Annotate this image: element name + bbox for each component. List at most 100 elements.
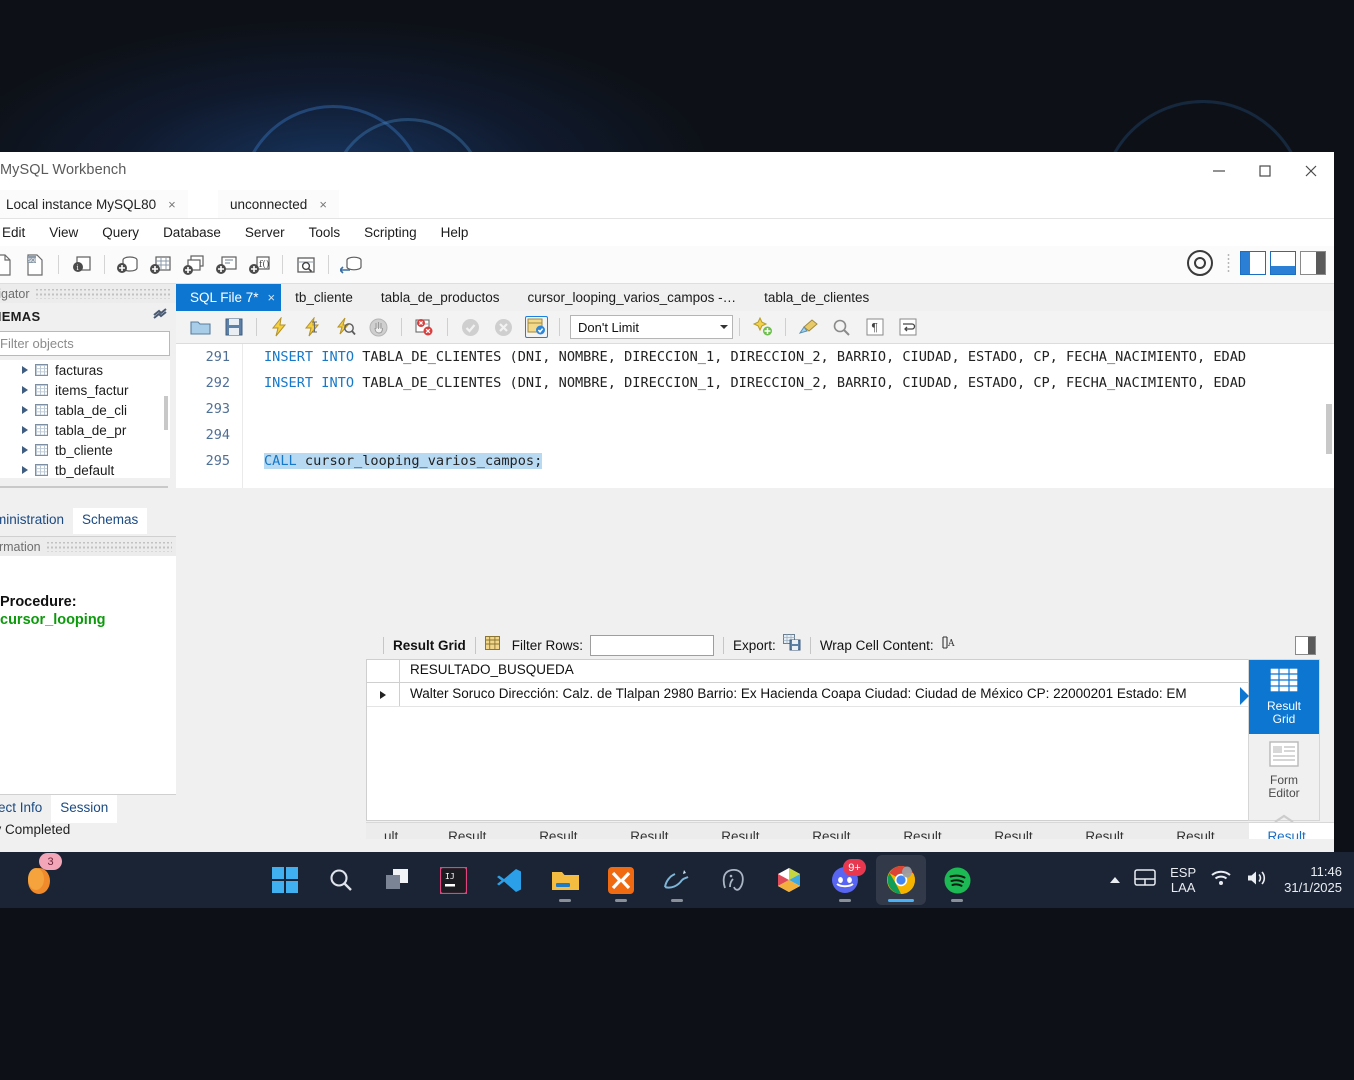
tree-item-items-factur[interactable]: items_factur [0, 380, 170, 400]
beautify-icon[interactable] [746, 312, 779, 342]
inspect-schema-icon[interactable] [289, 250, 322, 280]
form-editor-button[interactable]: Form Editor [1249, 734, 1319, 808]
mysql-workbench-icon[interactable] [652, 855, 702, 905]
editor-tab-tb-cliente[interactable]: tb_cliente [281, 284, 367, 311]
tab-schemas[interactable]: Schemas [73, 508, 148, 534]
editor-tab-tabla-de-productos[interactable]: tabla_de_productos [367, 284, 514, 311]
refresh-icon[interactable] [153, 307, 168, 325]
new-sql-tab-icon[interactable] [0, 250, 19, 280]
commit-icon[interactable] [454, 312, 487, 342]
tree-item-facturas[interactable]: facturas [0, 360, 170, 380]
close-icon[interactable]: × [319, 197, 327, 212]
wifi-icon[interactable] [1210, 869, 1232, 892]
vscode-icon[interactable] [484, 855, 534, 905]
sidebar-toggle-icon[interactable] [1240, 251, 1266, 275]
close-icon[interactable]: × [268, 290, 276, 305]
menu-item-view[interactable]: View [37, 222, 90, 243]
add-view-icon[interactable] [177, 250, 210, 280]
add-routine-icon[interactable] [210, 250, 243, 280]
expand-arrow-icon[interactable] [22, 466, 28, 474]
server-status-icon[interactable]: i [65, 250, 98, 280]
spotify-icon[interactable] [932, 855, 982, 905]
filter-objects-input[interactable]: Filter objects [0, 331, 170, 356]
expand-arrow-icon[interactable] [22, 386, 28, 394]
wrap-lines-icon[interactable] [891, 312, 924, 342]
stop-execution-icon[interactable] [362, 312, 395, 342]
tree-item-tabla-de-pr[interactable]: tabla_de_pr [0, 420, 170, 440]
menu-item-server[interactable]: Server [233, 222, 297, 243]
panel-splitter[interactable] [0, 486, 168, 488]
google-chrome-icon[interactable] [876, 855, 926, 905]
start-button-icon[interactable] [260, 855, 310, 905]
close-button[interactable] [1288, 152, 1334, 190]
editor-tab-tabla-de-clientes[interactable]: tabla_de_clientes [750, 284, 883, 311]
output-toggle-icon[interactable] [1270, 251, 1296, 275]
export-icon[interactable] [782, 634, 801, 656]
volume-icon[interactable] [1246, 869, 1270, 892]
discord-icon[interactable]: 9+ [820, 855, 870, 905]
tab-object-info[interactable]: ject Info [0, 795, 51, 823]
tree-item-tabla-de-cli[interactable]: tabla_de_cli [0, 400, 170, 420]
clear-context-icon[interactable] [792, 312, 825, 342]
row-selector[interactable] [367, 683, 400, 706]
explain-statement-icon[interactable] [329, 312, 362, 342]
touchpad-icon[interactable] [1134, 869, 1156, 891]
expand-arrow-icon[interactable] [22, 426, 28, 434]
editor-tab-cursor-looping-varios-campos[interactable]: cursor_looping_varios_campos -… [514, 284, 751, 311]
chevron-up-icon[interactable] [1110, 877, 1121, 883]
result-grid-button[interactable]: Result Grid [1240, 660, 1319, 734]
open-file-icon[interactable] [184, 312, 217, 342]
menu-item-edit[interactable]: Edit [0, 222, 37, 243]
menu-item-tools[interactable]: Tools [297, 222, 353, 243]
autocommit-icon[interactable] [520, 312, 553, 342]
tab-administration[interactable]: ministration [0, 508, 73, 534]
expand-arrow-icon[interactable] [22, 446, 28, 454]
connection-tab-unconnected[interactable]: unconnected × [218, 190, 339, 219]
execute-current-statement-icon[interactable] [296, 312, 329, 342]
menu-item-query[interactable]: Query [90, 222, 151, 243]
firefox-icon[interactable]: 3 [14, 853, 64, 905]
filter-rows-input[interactable] [590, 634, 715, 656]
code-scrollbar[interactable] [1326, 404, 1332, 454]
result-grid-icon[interactable] [484, 635, 500, 655]
menu-item-help[interactable]: Help [429, 222, 481, 243]
table-row[interactable]: Walter Soruco Dirección: Calz. de Tlalpa… [367, 683, 1262, 707]
show-invisible-chars-icon[interactable]: ¶ [858, 312, 891, 342]
column-header-resultado-busqueda[interactable]: RESULTADO_BUSQUEDA [400, 660, 1262, 682]
menu-item-database[interactable]: Database [151, 222, 233, 243]
add-function-icon[interactable]: f() [243, 250, 276, 280]
language-indicator[interactable]: ESP LAA [1170, 865, 1196, 895]
table-cell[interactable]: Walter Soruco Dirección: Calz. de Tlalpa… [400, 683, 1262, 706]
file-explorer-icon[interactable] [540, 855, 590, 905]
add-table-icon[interactable] [144, 250, 177, 280]
tree-item-tb-cliente[interactable]: tb_cliente [0, 440, 170, 460]
sql-code-editor[interactable]: 291 292 293 294 295 INSERT INTO TABLA_DE… [176, 344, 1334, 488]
task-view-icon[interactable] [372, 855, 422, 905]
account-icon[interactable] [1187, 250, 1213, 276]
tree-item-tb-default[interactable]: tb_default [0, 460, 170, 478]
expand-arrow-icon[interactable] [22, 406, 28, 414]
save-file-icon[interactable] [217, 312, 250, 342]
xampp-icon[interactable] [596, 855, 646, 905]
execute-statement-icon[interactable] [263, 312, 296, 342]
wrap-cell-icon[interactable]: A [942, 635, 958, 655]
add-schema-icon[interactable] [111, 250, 144, 280]
unity-hub-icon[interactable] [764, 855, 814, 905]
close-icon[interactable]: × [168, 197, 176, 212]
maximize-panel-icon[interactable] [1295, 636, 1316, 655]
menu-item-scripting[interactable]: Scripting [352, 222, 429, 243]
result-grid[interactable]: RESULTADO_BUSQUEDA Walter Soruco Direcci… [366, 659, 1262, 821]
expand-arrow-icon[interactable] [22, 366, 28, 374]
reconnect-server-icon[interactable] [335, 250, 368, 280]
maximize-button[interactable] [1242, 152, 1288, 190]
secondary-sidebar-toggle-icon[interactable] [1300, 251, 1326, 275]
postgresql-icon[interactable] [708, 855, 758, 905]
editor-tab-sql-file-7[interactable]: SQL File 7* × [176, 284, 282, 311]
find-icon[interactable] [825, 312, 858, 342]
search-icon[interactable] [316, 855, 366, 905]
tab-session[interactable]: Session [51, 795, 118, 823]
intellij-idea-icon[interactable]: IJ [428, 855, 478, 905]
connection-tab-local-instance[interactable]: Local instance MySQL80 × [0, 190, 188, 219]
rollback-icon[interactable] [487, 312, 520, 342]
open-sql-script-icon[interactable]: SQL [19, 250, 52, 280]
